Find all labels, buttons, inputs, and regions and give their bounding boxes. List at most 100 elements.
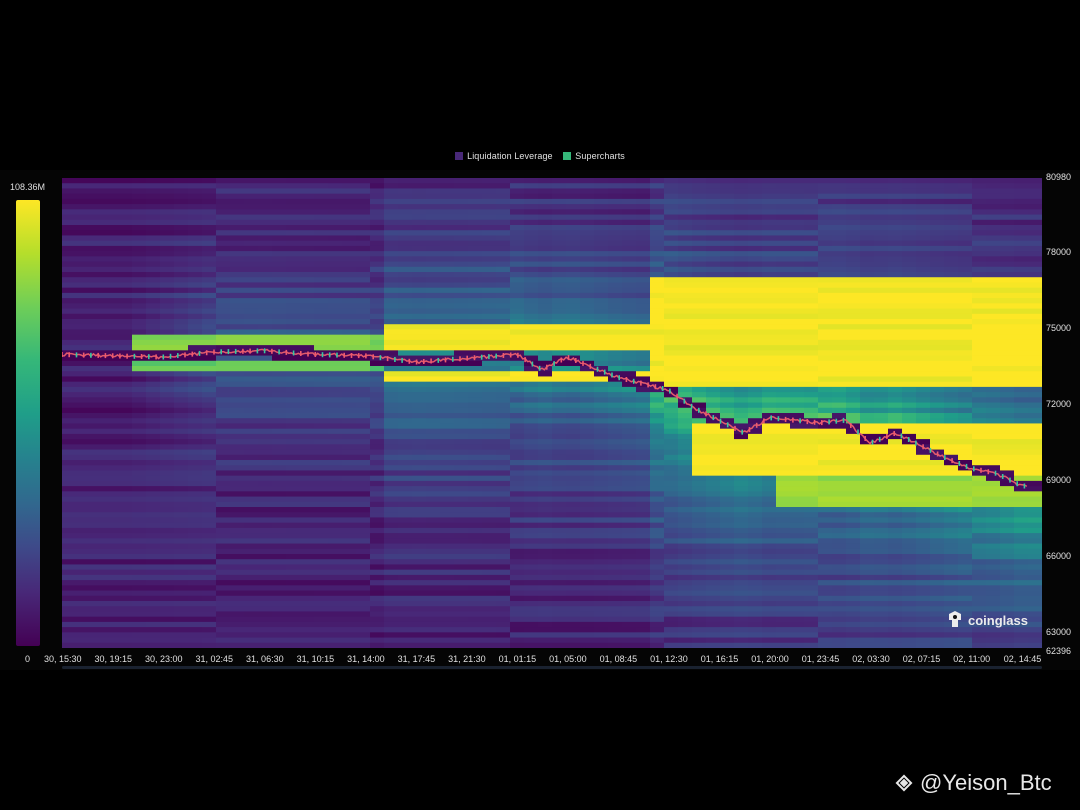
heatmap-cell xyxy=(454,454,469,461)
heatmap-cell xyxy=(510,319,525,325)
heatmap-cell xyxy=(734,303,749,310)
heatmap-cell xyxy=(370,339,385,346)
heatmap-cell xyxy=(776,219,791,226)
heatmap-cell xyxy=(328,423,343,430)
heatmap-cell xyxy=(454,507,469,513)
heatmap-cell xyxy=(538,407,553,414)
legend-item-supercharts[interactable]: Supercharts xyxy=(563,151,625,161)
heatmap-cell xyxy=(776,209,791,216)
heatmap-cell xyxy=(174,454,189,461)
heatmap-cell xyxy=(426,214,441,221)
heatmap-cell xyxy=(90,574,105,581)
heatmap-cell xyxy=(384,381,399,388)
heatmap-cell xyxy=(174,209,189,216)
heatmap-cell xyxy=(776,449,791,456)
heatmap-cell xyxy=(538,580,553,586)
heatmap-cell xyxy=(538,272,553,278)
heatmap-cell xyxy=(790,611,805,618)
heatmap-cell xyxy=(314,339,329,346)
heatmap-cell xyxy=(384,287,399,294)
heatmap-cell xyxy=(76,198,91,205)
heatmap-cell xyxy=(566,392,581,398)
heatmap-cell xyxy=(132,522,147,529)
heatmap-cell xyxy=(328,245,343,252)
heatmap-cell xyxy=(482,501,497,508)
heatmap-cell xyxy=(160,601,175,607)
heatmap-cell xyxy=(188,209,203,216)
heatmap-cell xyxy=(342,574,357,581)
heatmap-cell xyxy=(454,360,469,367)
heatmap-cell xyxy=(272,319,287,325)
heatmap-cell xyxy=(664,428,679,435)
heatmap-cell xyxy=(272,491,287,498)
heatmap-cell xyxy=(692,517,707,524)
heatmap-cell xyxy=(258,423,273,430)
heatmap-cell xyxy=(412,303,427,310)
heatmap-cell xyxy=(426,339,441,346)
heatmap-cell xyxy=(216,548,231,555)
heatmap-cell xyxy=(328,543,343,550)
heatmap-cell xyxy=(146,428,161,435)
heatmap-cell xyxy=(664,198,679,205)
heatmap-cell xyxy=(202,188,217,195)
heatmap-cell xyxy=(90,204,105,210)
heatmap-cell xyxy=(678,245,693,252)
heatmap-cell xyxy=(90,538,105,545)
heatmap-cell xyxy=(454,345,469,351)
heatmap-cell xyxy=(790,559,805,566)
heatmap-cell xyxy=(90,454,105,461)
heatmap-cell xyxy=(426,402,441,409)
heatmap-cell xyxy=(468,428,483,435)
heatmap-cell xyxy=(370,277,385,284)
heatmap-cell xyxy=(244,642,259,648)
heatmap-cell xyxy=(76,606,91,613)
heatmap-cell xyxy=(454,491,469,498)
heatmap-cell xyxy=(468,402,483,409)
heatmap-cell xyxy=(286,193,301,200)
heatmap-cell xyxy=(608,616,623,623)
heatmap-cell xyxy=(650,595,665,602)
heatmap-cell xyxy=(76,418,91,425)
heatmap-cell xyxy=(538,601,553,607)
heatmap-cell xyxy=(482,548,497,555)
heatmap-cell xyxy=(62,444,77,451)
heatmap-cell xyxy=(524,611,539,618)
heatmap-cell xyxy=(566,209,581,216)
heatmap-cell xyxy=(734,501,749,508)
heatmap-cell xyxy=(566,245,581,252)
heatmap-cell xyxy=(580,564,595,571)
heatmap-cell xyxy=(132,465,147,472)
heatmap-cell xyxy=(818,397,833,404)
heatmap-cell xyxy=(664,256,679,263)
heatmap-cell xyxy=(118,454,133,461)
heatmap-cell xyxy=(594,214,609,221)
heatmap-cell xyxy=(76,533,91,539)
heatmap-cell xyxy=(230,606,245,613)
heatmap-cell xyxy=(804,496,819,503)
heatmap-cell xyxy=(426,433,441,440)
heatmap-cell xyxy=(230,240,245,247)
heatmap-cell xyxy=(706,225,721,231)
legend-item-liquidation-leverage[interactable]: Liquidation Leverage xyxy=(455,151,553,161)
heatmap-cell xyxy=(580,496,595,503)
heatmap-cell xyxy=(692,548,707,555)
heatmap-cell xyxy=(636,251,651,257)
heatmap-cell xyxy=(272,496,287,503)
heatmap-cell xyxy=(104,465,119,472)
heatmap-cell xyxy=(188,433,203,440)
liquidation-heatmap[interactable] xyxy=(62,178,1042,648)
heatmap-cell xyxy=(762,277,777,284)
heatmap-cell xyxy=(216,277,231,284)
heatmap-cell xyxy=(286,402,301,409)
heatmap-cell xyxy=(454,460,469,466)
heatmap-cell xyxy=(762,334,777,341)
heatmap-cell xyxy=(580,251,595,257)
heatmap-cell xyxy=(244,308,259,315)
heatmap-cell xyxy=(146,595,161,602)
heatmap-cell xyxy=(118,397,133,404)
heatmap-cell xyxy=(314,251,329,257)
heatmap-cell xyxy=(622,501,637,508)
heatmap-cell xyxy=(776,350,791,357)
heatmap-cell xyxy=(230,198,245,205)
heatmap-cell xyxy=(342,402,357,409)
